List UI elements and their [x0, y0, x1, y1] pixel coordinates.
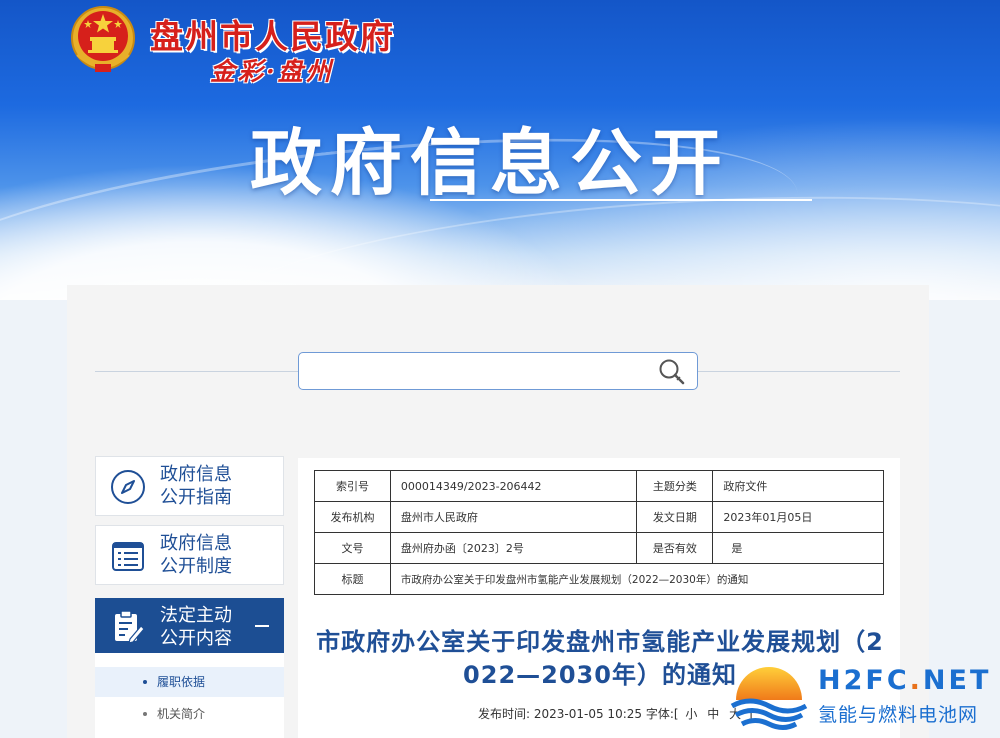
- publish-info: 发布时间: 2023-01-05 10:25 字体:[ 小 中 大 ]: [478, 707, 753, 721]
- watermark-subtitle: 氢能与燃料电池网: [818, 704, 979, 726]
- sidebar-item-statutory-content[interactable]: 法定主动 公开内容: [95, 598, 284, 653]
- bullet-icon: [143, 712, 147, 716]
- publish-time: 2023-01-05 10:25: [533, 707, 643, 721]
- compass-icon: [111, 470, 145, 504]
- search-icon[interactable]: [657, 357, 687, 387]
- sidebar-item-label: 政府信息 公开指南: [160, 464, 232, 508]
- meta-value: 2023年01月05日: [712, 501, 884, 533]
- sidebar-item-disclosure-guide[interactable]: 政府信息 公开指南: [95, 456, 284, 516]
- meta-value: 000014349/2023-206442: [389, 470, 638, 502]
- header-banner: 盘州市人民政府 金彩·盘州 政府信息公开: [0, 0, 1000, 300]
- meta-key: 索引号: [314, 470, 391, 502]
- site-slogan: 金彩·盘州: [210, 57, 334, 86]
- table-row: 发布机构 盘州市人民政府 发文日期 2023年01月05日: [314, 501, 884, 533]
- meta-value: 盘州府办函〔2023〕2号: [389, 532, 638, 564]
- sub-item-duty-basis[interactable]: 履职依据: [95, 667, 284, 697]
- meta-key: 文号: [314, 532, 391, 564]
- search-box: [298, 352, 698, 390]
- font-size-small-button[interactable]: 小: [685, 707, 697, 721]
- meta-key: 是否有效: [636, 532, 714, 564]
- meta-value: 市政府办公室关于印发盘州市氢能产业发展规划（2022—2030年）的通知: [389, 563, 885, 595]
- page-title: 政府信息公开: [250, 121, 731, 205]
- sidebar-item-label: 政府信息 公开制度: [160, 533, 232, 577]
- bullet-icon: [143, 680, 147, 684]
- table-row: 索引号 000014349/2023-206442 主题分类 政府文件: [314, 470, 884, 502]
- table-row: 标题 市政府办公室关于印发盘州市氢能产业发展规划（2022—2030年）的通知: [314, 563, 885, 595]
- meta-value: 是: [712, 532, 884, 564]
- sidebar-item-label: 法定主动 公开内容: [160, 605, 232, 649]
- title-underline: [430, 199, 812, 201]
- clipboard-edit-icon: [115, 610, 145, 644]
- document-meta-table: 索引号 000014349/2023-206442 主题分类 政府文件 发布机构…: [314, 470, 885, 595]
- table-row: 文号 盘州府办函〔2023〕2号 是否有效 是: [314, 532, 884, 564]
- sub-item-agency-intro[interactable]: 机关简介: [95, 699, 284, 729]
- site-title[interactable]: 盘州市人民政府: [150, 10, 395, 58]
- search-input[interactable]: [307, 359, 637, 383]
- meta-key: 标题: [314, 563, 391, 595]
- list-icon: [112, 542, 144, 571]
- meta-key: 主题分类: [636, 470, 714, 502]
- collapse-icon[interactable]: [255, 625, 269, 627]
- sidebar-item-disclosure-system[interactable]: 政府信息 公开制度: [95, 525, 284, 585]
- article-content: 索引号 000014349/2023-206442 主题分类 政府文件 发布机构…: [298, 458, 900, 738]
- h2fc-logo-icon: [730, 667, 808, 730]
- meta-value: 盘州市人民政府: [389, 501, 638, 533]
- meta-key: 发布机构: [314, 501, 391, 533]
- font-size-medium-button[interactable]: 中: [707, 707, 719, 721]
- sidebar-sub-list: 履职依据 机关简介: [95, 653, 284, 738]
- meta-key: 发文日期: [636, 501, 714, 533]
- national-emblem-icon[interactable]: [68, 4, 138, 76]
- watermark-brand: H2FC.NET: [818, 665, 992, 696]
- meta-value: 政府文件: [712, 470, 884, 502]
